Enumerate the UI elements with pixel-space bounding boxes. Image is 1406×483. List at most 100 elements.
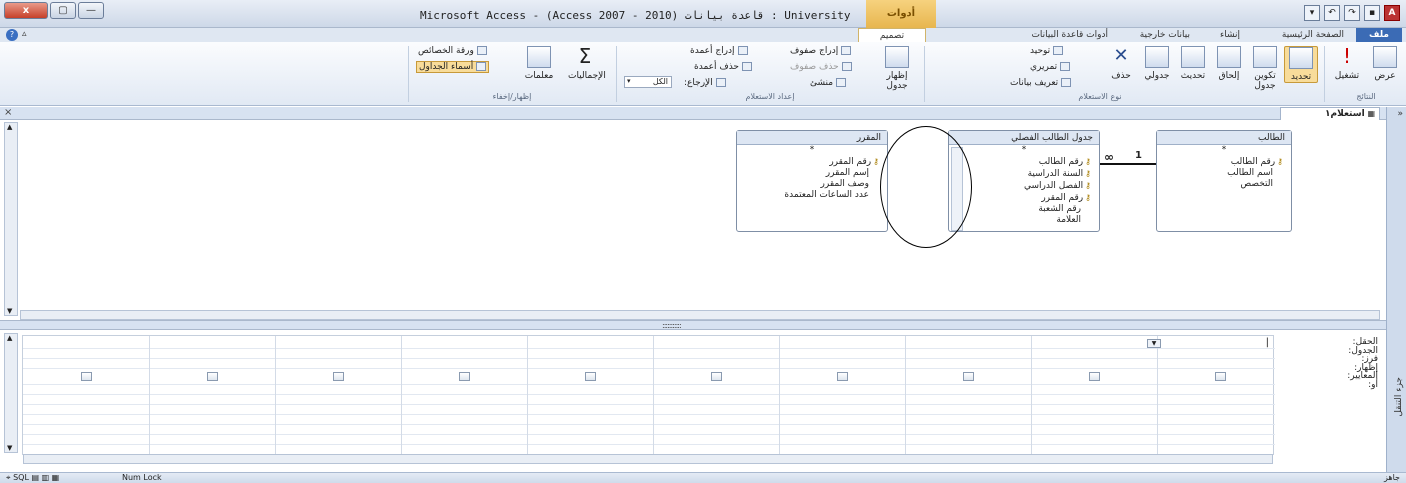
grid-column-divider: [1157, 336, 1158, 456]
row-label-criteria: المعايير:: [1347, 371, 1378, 381]
show-checkbox[interactable]: [585, 372, 596, 381]
undo-icon[interactable]: ↶: [1324, 5, 1340, 21]
table-pane-hscroll[interactable]: [20, 310, 1380, 320]
update-button[interactable]: تحديث: [1176, 46, 1210, 81]
design-view-icon[interactable]: ⌖: [6, 473, 11, 482]
redo-icon[interactable]: ↷: [1344, 5, 1360, 21]
builder-button[interactable]: منشئ: [810, 78, 847, 88]
field-item[interactable]: اسم الطالب: [1157, 168, 1291, 179]
return-dropdown[interactable]: الكل ▾: [624, 76, 672, 88]
insert-rows-button[interactable]: إدراج صفوف: [790, 46, 852, 56]
tab-external-data[interactable]: بيانات خارجية: [1134, 28, 1196, 42]
append-button[interactable]: إلحاق: [1212, 46, 1246, 81]
show-table-button[interactable]: إظهار جدول: [880, 46, 914, 91]
minimize-ribbon-icon[interactable]: ▵: [22, 29, 27, 39]
data-definition-button[interactable]: تعريف بيانات: [1010, 78, 1072, 88]
view-switcher[interactable]: ⌖ SQL ▤ ▥ ▦: [6, 473, 59, 483]
tab-database-tools[interactable]: أدوات قاعدة البيانات: [1025, 28, 1114, 42]
all-fields-star[interactable]: *: [949, 145, 1099, 156]
show-checkbox[interactable]: [1089, 372, 1100, 381]
grid-hscroll[interactable]: [23, 454, 1273, 464]
field-item[interactable]: ⚷رقم الطالب: [1157, 156, 1291, 168]
run-button[interactable]: ! تشغيل: [1330, 46, 1364, 81]
select-query-button[interactable]: تحديد: [1284, 46, 1318, 83]
tab-design[interactable]: تصميم: [858, 28, 926, 42]
field-dropdown-button[interactable]: ▼: [1147, 339, 1161, 348]
table-pane[interactable]: ▲ ▼ الطالب * ⚷رقم الطالب اسم الطالب التخ…: [0, 120, 1386, 320]
table-student[interactable]: الطالب * ⚷رقم الطالب اسم الطالب التخصص: [1156, 130, 1292, 232]
show-table-icon: [885, 46, 909, 68]
group-divider: [616, 46, 617, 102]
make-table-button[interactable]: تكوين جدول: [1248, 46, 1282, 91]
crosstab-label: جدولي: [1144, 71, 1170, 81]
parameters-button[interactable]: معلمات: [522, 46, 556, 81]
datasheet-icon[interactable]: ▦: [52, 473, 60, 482]
all-fields-star[interactable]: *: [1157, 145, 1291, 156]
all-fields-star[interactable]: *: [737, 145, 887, 156]
help-icon[interactable]: ?: [6, 29, 18, 41]
table-course[interactable]: المقرر * ⚷رقم المقرر إسم المقرر وصف المق…: [736, 130, 888, 232]
field-item[interactable]: وصف المقرر: [737, 179, 887, 190]
scroll-down-icon[interactable]: ▼: [7, 444, 12, 452]
field-item[interactable]: ⚷رقم المقرر: [737, 156, 887, 168]
tab-query1[interactable]: ▦ استعلام١: [1280, 107, 1380, 120]
pane-splitter[interactable]: :::::::::::: [0, 320, 1386, 330]
pass-through-label: تمريري: [1030, 62, 1058, 72]
pivot-table-icon[interactable]: ▤: [31, 473, 39, 482]
table-title[interactable]: الطالب: [1157, 131, 1291, 145]
tab-create[interactable]: إنشاء: [1214, 28, 1246, 42]
grid-vscroll[interactable]: ▲ ▼: [4, 333, 18, 453]
tab-file[interactable]: ملف: [1356, 28, 1402, 42]
scroll-up-icon[interactable]: ▲: [7, 123, 12, 131]
field-item[interactable]: رقم الشعبة: [949, 204, 1099, 215]
close-window-button[interactable]: x: [4, 2, 48, 19]
table-names-button[interactable]: أسماء الجداول: [416, 61, 490, 73]
query-design-grid[interactable]: | ▼: [22, 335, 1275, 464]
union-button[interactable]: توحيد: [1030, 46, 1064, 56]
field-item[interactable]: ⚷رقم الطالب: [949, 156, 1099, 168]
pivot-chart-icon[interactable]: ▥: [42, 473, 50, 482]
tab-home[interactable]: الصفحة الرئيسية: [1276, 28, 1350, 42]
property-sheet-button[interactable]: ورقة الخصائص: [418, 46, 487, 56]
scroll-down-icon[interactable]: ▼: [7, 307, 12, 315]
show-table-label: إظهار جدول: [886, 71, 908, 91]
navigation-pane[interactable]: » جزء التنقل: [1386, 107, 1406, 472]
show-checkbox[interactable]: [1215, 372, 1226, 381]
show-checkbox[interactable]: [333, 372, 344, 381]
show-checkbox[interactable]: [963, 372, 974, 381]
field-item[interactable]: العلامة: [949, 215, 1099, 226]
table-pane-vscroll[interactable]: ▲ ▼: [4, 122, 18, 316]
expand-nav-pane-icon[interactable]: »: [1397, 109, 1403, 119]
sql-view-icon[interactable]: SQL: [13, 473, 29, 482]
table-title[interactable]: جدول الطالب الفصلي: [949, 131, 1099, 145]
query-tab-label: استعلام١: [1325, 109, 1365, 119]
crosstab-button[interactable]: جدولي: [1140, 46, 1174, 81]
delete-rows-button[interactable]: حذف صفوف: [790, 62, 852, 72]
view-button[interactable]: عرض: [1368, 46, 1402, 81]
customize-qat-icon[interactable]: ▾: [1304, 5, 1320, 21]
field-item[interactable]: عدد الساعات المعتمدة: [737, 190, 887, 201]
access-app-icon[interactable]: A: [1384, 5, 1400, 21]
close-document-icon[interactable]: ×: [4, 107, 12, 118]
show-checkbox[interactable]: [207, 372, 218, 381]
save-icon[interactable]: ▪: [1364, 5, 1380, 21]
minimize-window-button[interactable]: —: [78, 2, 104, 19]
quick-access-toolbar: ▾ ↶ ↷ ▪ A: [1304, 4, 1400, 22]
show-checkbox[interactable]: [711, 372, 722, 381]
pass-through-button[interactable]: تمريري: [1030, 62, 1071, 72]
scroll-up-icon[interactable]: ▲: [7, 334, 12, 342]
field-item[interactable]: التخصص: [1157, 179, 1291, 190]
delete-columns-button[interactable]: حذف أعمدة: [694, 62, 752, 72]
field-item[interactable]: إسم المقرر: [737, 168, 887, 179]
totals-button[interactable]: Σ الإجماليات: [568, 46, 606, 81]
show-checkbox[interactable]: [837, 372, 848, 381]
field-cell-input[interactable]: |: [1266, 337, 1269, 348]
show-checkbox[interactable]: [81, 372, 92, 381]
splitter-grip-icon[interactable]: :::::::::::: [662, 321, 682, 330]
delete-query-button[interactable]: ✕ حذف: [1104, 46, 1138, 82]
show-checkbox[interactable]: [459, 372, 470, 381]
make-table-icon: [1253, 46, 1277, 68]
insert-columns-button[interactable]: إدراج أعمدة: [690, 46, 748, 56]
table-title[interactable]: المقرر: [737, 131, 887, 145]
maximize-window-button[interactable]: ▢: [50, 2, 76, 19]
